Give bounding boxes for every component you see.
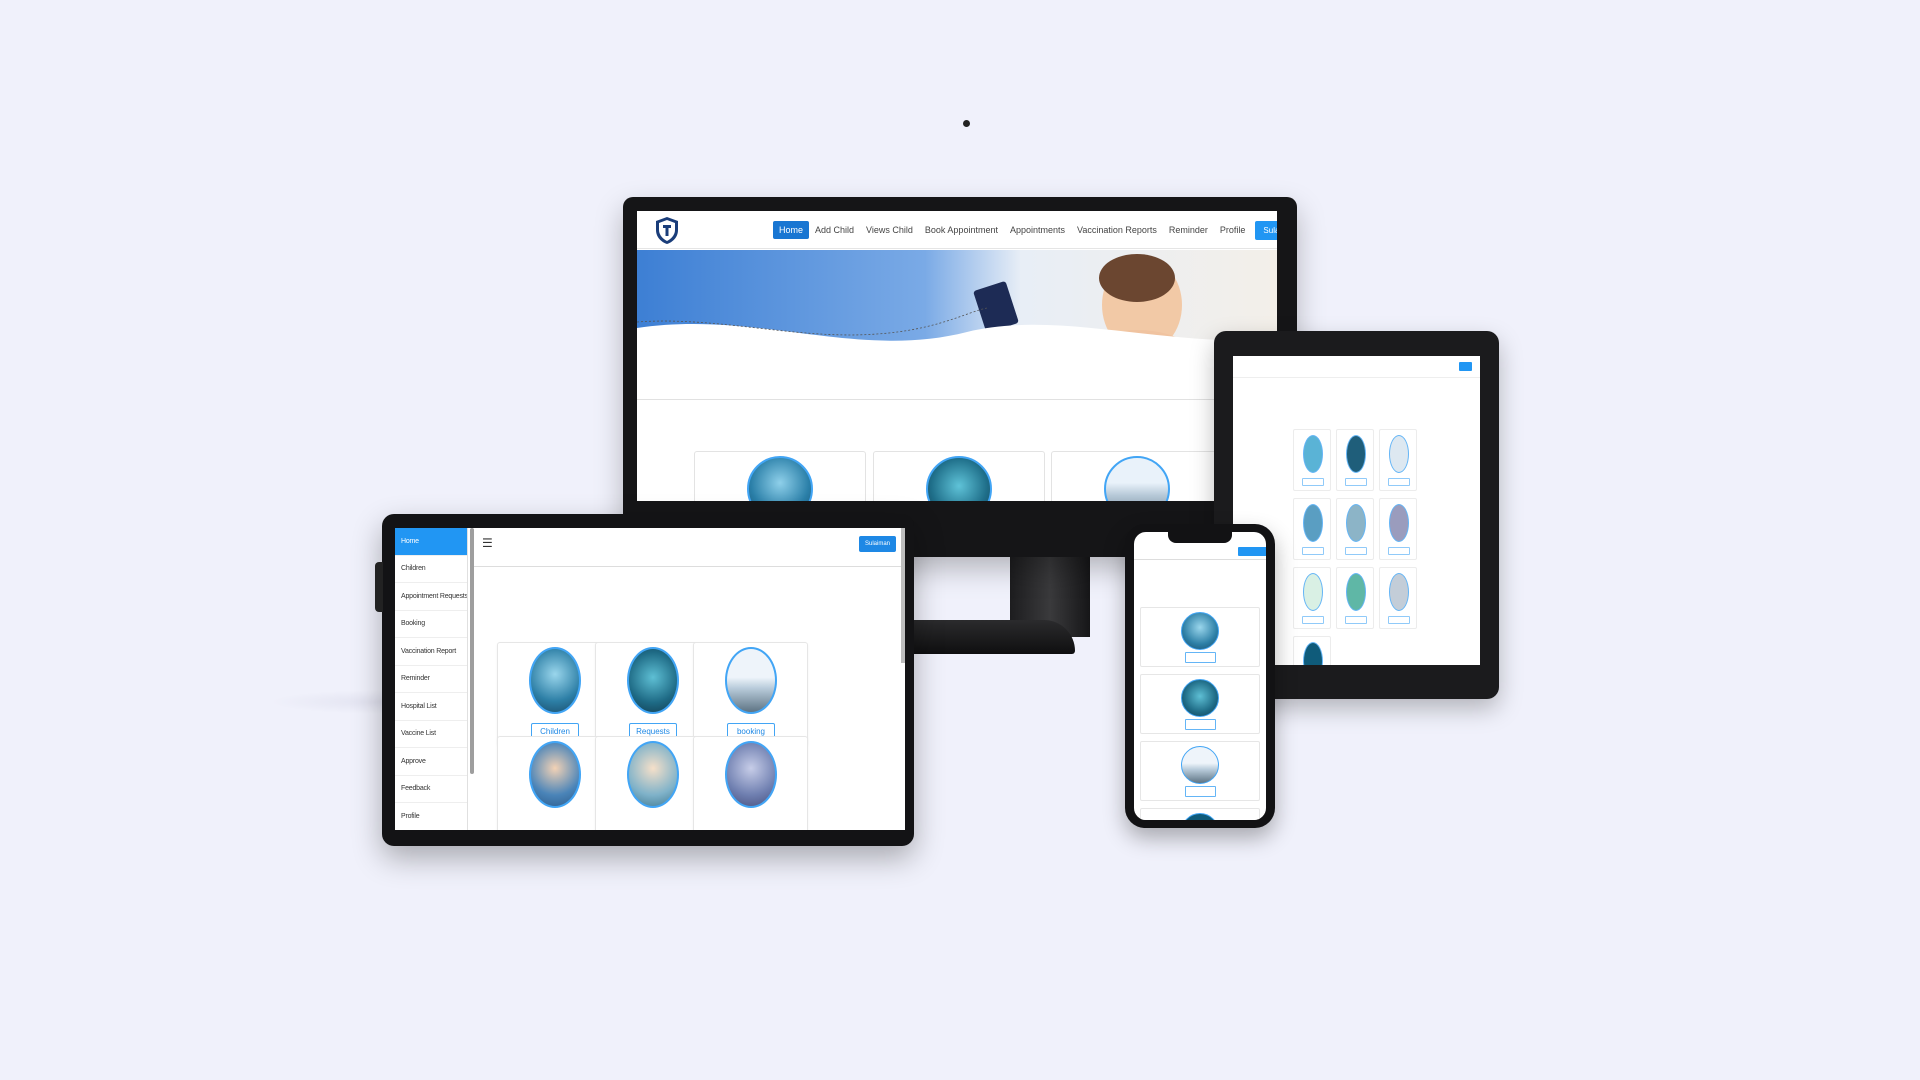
card-image <box>725 647 777 714</box>
sidebar: Home Children Appointment Requests Booki… <box>395 528 468 830</box>
sidebar-item-vaccine-list[interactable]: Vaccine List <box>395 721 467 748</box>
phone-card-children <box>1140 607 1260 667</box>
user-menu-button[interactable] <box>1238 547 1266 556</box>
requests-button[interactable] <box>1185 719 1216 730</box>
monitor-stand-base <box>905 620 1075 654</box>
card-image <box>627 741 679 808</box>
tablet-portrait-topbar <box>1233 356 1480 378</box>
sidebar-item-home[interactable]: Home <box>395 528 467 556</box>
nav-profile[interactable]: Profile <box>1214 221 1252 239</box>
tablet-side-button <box>375 562 383 612</box>
card-image <box>1181 612 1219 650</box>
card-image <box>1181 679 1219 717</box>
topbar: ☰ Sulaiman <box>474 528 905 567</box>
nav-views-child[interactable]: Views Child <box>860 221 919 239</box>
card-image <box>725 741 777 808</box>
content-divider <box>637 399 1277 400</box>
hamburger-menu-icon[interactable]: ☰ <box>482 536 493 550</box>
main-scrollbar[interactable] <box>901 528 905 663</box>
card-hospital-list <box>693 736 808 830</box>
card-image <box>627 647 679 714</box>
grid-card[interactable] <box>1336 567 1374 629</box>
grid-card[interactable] <box>1379 567 1417 629</box>
desktop-navbar: Home Add Child Views Child Book Appointm… <box>637 211 1277 249</box>
logo-shield-icon[interactable] <box>654 216 680 245</box>
tablet-landscape-screen: Home Children Appointment Requests Booki… <box>395 528 905 830</box>
card-image <box>1104 456 1170 501</box>
grid-card[interactable] <box>1379 498 1417 560</box>
desktop-screen: Home Add Child Views Child Book Appointm… <box>637 211 1277 501</box>
nav-reminder[interactable]: Reminder <box>1163 221 1214 239</box>
sidebar-item-vaccination-report[interactable]: Vaccination Report <box>395 638 467 666</box>
card-image <box>1181 746 1219 784</box>
grid-card[interactable] <box>1336 429 1374 491</box>
grid-card[interactable] <box>1379 429 1417 491</box>
phone-notch <box>1168 532 1232 543</box>
nav-appointments[interactable]: Appointments <box>1004 221 1071 239</box>
card-image <box>1181 813 1219 820</box>
smartphone <box>1125 524 1275 828</box>
tablet-landscape: Home Children Appointment Requests Booki… <box>375 514 914 846</box>
sidebar-item-booking[interactable]: Booking <box>395 611 467 638</box>
grid-card[interactable] <box>1293 567 1331 629</box>
grid-card[interactable] <box>1293 636 1331 665</box>
hero-banner <box>637 250 1277 362</box>
nav-home[interactable]: Home <box>773 221 810 239</box>
card-image <box>529 647 581 714</box>
desktop-card-children[interactable] <box>694 451 866 501</box>
sidebar-item-appointment-requests[interactable]: Appointment Requests <box>395 583 467 611</box>
sidebar-item-profile[interactable]: Profile <box>395 803 467 830</box>
desktop-monitor: Home Add Child Views Child Book Appointm… <box>623 197 1297 557</box>
booking-button[interactable] <box>1185 786 1216 797</box>
card-image <box>926 456 992 501</box>
phone-card-more <box>1140 808 1260 820</box>
sidebar-item-children[interactable]: Children <box>395 556 467 583</box>
phone-card-requests <box>1140 674 1260 734</box>
desktop-card-booking[interactable] <box>1051 451 1223 501</box>
sidebar-item-hospital-list[interactable]: Hospital List <box>395 693 467 721</box>
nav-vaccination-reports[interactable]: Vaccination Reports <box>1071 221 1163 239</box>
card-image <box>747 456 813 501</box>
user-menu-label: Sulaiman <box>1263 225 1277 235</box>
children-button[interactable] <box>1185 652 1216 663</box>
sidebar-item-approve[interactable]: Approve <box>395 748 467 776</box>
card-image <box>529 741 581 808</box>
nav-book-appointment[interactable]: Book Appointment <box>919 221 1004 239</box>
grid-card[interactable] <box>1293 498 1331 560</box>
indicator-dot <box>963 120 970 127</box>
user-menu-button[interactable]: Sulaiman <box>858 536 896 552</box>
sidebar-item-reminder[interactable]: Reminder <box>395 666 467 693</box>
grid-card[interactable] <box>1293 429 1331 491</box>
phone-header-divider <box>1134 559 1266 560</box>
user-menu-button[interactable]: Sulaiman ▾ <box>1255 220 1277 240</box>
card-booking: booking <box>693 642 808 746</box>
phone-screen <box>1134 532 1266 820</box>
grid-card[interactable] <box>1336 498 1374 560</box>
phone-card-booking <box>1140 741 1260 801</box>
user-menu-button[interactable] <box>1459 362 1472 371</box>
nav-add-child[interactable]: Add Child <box>809 221 860 239</box>
desktop-card-requests[interactable] <box>873 451 1045 501</box>
desktop-nav-links: Home Add Child Views Child Book Appointm… <box>773 211 1277 249</box>
sidebar-item-feedback[interactable]: Feedback <box>395 776 467 803</box>
